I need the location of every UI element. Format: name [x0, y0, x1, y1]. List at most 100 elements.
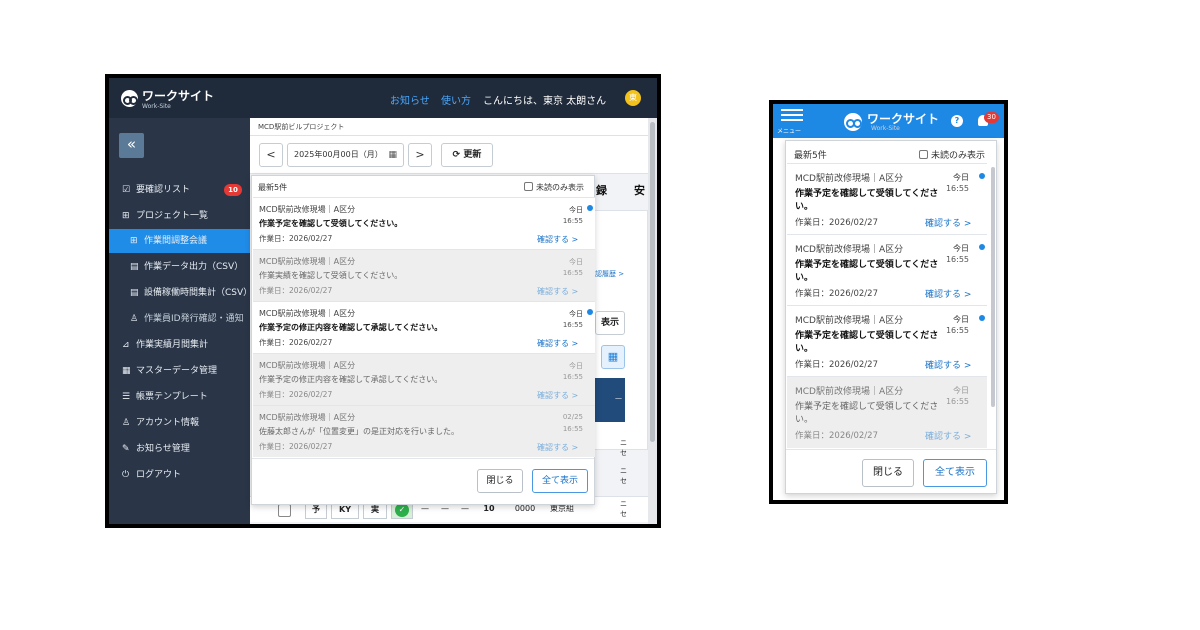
next-day-button[interactable]: > — [408, 143, 432, 167]
show-all-button[interactable]: 全て表示 — [923, 459, 987, 487]
brand-name: ワークサイト — [142, 89, 215, 103]
scrollbar-thumb[interactable] — [991, 167, 995, 407]
sidebar-item-equipment-hours-csv[interactable]: ▤ 設備稼働時間集計（CSV） — [109, 281, 250, 305]
sidebar-item-news-admin[interactable]: ✎ お知らせ管理 — [109, 437, 250, 461]
notif-site: MCD駅前改修現場｜A区分 — [795, 174, 904, 184]
sidebar-item-projects[interactable]: ⊞ プロジェクト一覧 — [109, 204, 250, 228]
unread-dot-icon — [587, 205, 593, 211]
notif-message: 作業予定を確認して受領してくださ — [795, 402, 939, 412]
avatar[interactable]: 東 — [625, 90, 641, 106]
notif-site: MCD駅前改修現場｜A区分 — [795, 387, 904, 397]
confirm-link[interactable]: 確認する > — [537, 338, 578, 349]
notification-item[interactable]: MCD駅前改修現場｜A区分 佐藤太郎さんが「位置変更」の是正対応を行いました。 … — [253, 405, 595, 457]
mobile-screen: メニュー ワークサイト Work-Site ? 30 最新5件 未読のみ表示 M… — [769, 100, 1008, 504]
logo-icon — [121, 90, 138, 107]
notif-workdate: 作業日：2026/02/27 — [259, 234, 333, 243]
close-button[interactable]: 閉じる — [477, 469, 523, 493]
notification-item[interactable]: MCD駅前改修現場｜A区分 作業予定を確認して受領してくださ い。 作業日：20… — [787, 305, 987, 376]
refresh-button[interactable]: ⟳ 更新 — [441, 143, 493, 167]
background-heading: 録 — [596, 184, 607, 197]
notif-workdate: 作業日：2026/02/27 — [795, 289, 878, 299]
pencil-icon: ✎ — [122, 444, 130, 454]
notif-site: MCD駅前改修現場｜A区分 — [259, 413, 356, 422]
menu-icon[interactable] — [781, 109, 803, 124]
notif-workdate: 作業日：2026/02/27 — [795, 431, 878, 441]
notif-time: 16:55 — [562, 321, 583, 329]
table-cell: セ — [620, 449, 627, 457]
row-checkbox[interactable] — [278, 504, 291, 517]
prev-day-button[interactable]: < — [259, 143, 283, 167]
notification-item[interactable]: MCD駅前改修現場｜A区分 作業予定を確認して受領してください。 作業日：202… — [253, 197, 595, 249]
sidebar-item-label: マスターデータ管理 — [136, 366, 218, 376]
notification-item[interactable]: MCD駅前改修現場｜A区分 作業予定を確認して受領してくださ い。 作業日：20… — [787, 163, 987, 234]
unread-only-toggle[interactable]: 未読のみ表示 — [524, 182, 584, 193]
notif-message: 作業予定を確認して受領してくださ — [795, 260, 939, 270]
help-icon[interactable]: ? — [951, 115, 963, 127]
notif-message: 作業予定の修正内容を確認して承認してください。 — [259, 323, 443, 332]
notif-time: 16:55 — [945, 184, 969, 193]
notif-message: 作業予定を確認して受領してください。 — [259, 219, 403, 228]
divider — [786, 449, 996, 450]
scrollbar-thumb[interactable] — [650, 122, 655, 442]
close-button[interactable]: 閉じる — [862, 459, 914, 487]
notification-item[interactable]: MCD駅前改修現場｜A区分 作業予定の修正内容を確認して承認してください。 作業… — [253, 301, 595, 353]
confirm-link[interactable]: 確認する > — [537, 390, 578, 401]
collapse-sidebar-button[interactable]: « — [119, 133, 144, 158]
sidebar-item-coordination-meeting[interactable]: ⊞ 作業間調整会議 — [109, 229, 250, 253]
unread-label: 未読のみ表示 — [536, 183, 584, 192]
notification-item[interactable]: MCD駅前改修現場｜A区分 作業予定を確認して受領してくださ い。 作業日：20… — [787, 376, 987, 448]
sidebar-item-label: 作業実績月間集計 — [136, 340, 209, 350]
news-link[interactable]: お知らせ — [390, 92, 430, 107]
notif-day: 今日 — [953, 386, 969, 395]
panel-header: 最新5件 — [794, 151, 827, 161]
sidebar-item-worker-id[interactable]: ♙ 作業員ID発行確認・通知 — [109, 307, 250, 331]
sidebar-item-check-list[interactable]: ☑ 要確認リスト 10 — [109, 178, 250, 202]
notif-time: 16:55 — [562, 373, 583, 381]
user-icon: ♙ — [130, 314, 139, 324]
notif-message-cont: い。 — [795, 344, 814, 354]
display-button[interactable]: 表示 — [595, 311, 625, 335]
notif-site: MCD駅前改修現場｜A区分 — [259, 257, 356, 266]
confirm-link[interactable]: 確認する > — [925, 358, 971, 371]
notif-time: 16:55 — [945, 255, 969, 264]
unread-dot-icon — [979, 244, 985, 250]
show-all-button[interactable]: 全て表示 — [532, 469, 588, 493]
sidebar-item-work-data-csv[interactable]: ▤ 作業データ出力（CSV） — [109, 255, 250, 279]
unread-checkbox[interactable] — [524, 182, 533, 191]
confirm-link[interactable]: 確認する > — [537, 442, 578, 453]
table-cell: ニ — [620, 439, 627, 447]
sidebar-item-logout[interactable]: ⏻ ログアウト — [109, 463, 250, 487]
sidebar-item-label: アカウント情報 — [136, 418, 200, 428]
breadcrumb: MCD駅前ビルプロジェクト — [250, 118, 657, 136]
confirm-link[interactable]: 確認する > — [925, 287, 971, 300]
confirm-link[interactable]: 確認する > — [537, 234, 578, 245]
menu-label: メニュー — [777, 128, 802, 135]
sidebar-item-monthly-summary[interactable]: ⊿ 作業実績月間集計 — [109, 333, 250, 357]
confirm-link[interactable]: 確認する > — [537, 286, 578, 297]
grid-view-button[interactable]: ▦ — [601, 345, 625, 369]
notif-message-cont: い。 — [795, 273, 814, 283]
notif-day: 今日 — [569, 258, 583, 266]
notif-site: MCD駅前改修現場｜A区分 — [259, 361, 356, 370]
sidebar-item-label: ログアウト — [136, 470, 182, 480]
checkbox-icon: ☑ — [122, 185, 131, 195]
notification-item[interactable]: MCD駅前改修現場｜A区分 作業実績を確認して受領してください。 作業日：202… — [253, 249, 595, 301]
confirm-link[interactable]: 確認する > — [925, 216, 971, 229]
confirm-link[interactable]: 確認する > — [925, 429, 971, 442]
notification-item[interactable]: MCD駅前改修現場｜A区分 作業予定の修正内容を確認して承認してください。 作業… — [253, 353, 595, 405]
unread-checkbox[interactable] — [919, 150, 928, 159]
history-link[interactable]: 認履歴 > — [595, 269, 624, 279]
unread-only-toggle[interactable]: 未読のみ表示 — [919, 148, 985, 161]
divider — [252, 458, 594, 459]
date-picker[interactable]: 2025年00月00日（月） ▦ — [287, 143, 404, 167]
notif-day: 今日 — [569, 310, 583, 318]
usage-link[interactable]: 使い方 — [441, 92, 471, 107]
sidebar-item-label: お知らせ管理 — [136, 444, 190, 454]
notif-workdate: 作業日：2026/02/27 — [795, 360, 878, 370]
sidebar-item-account[interactable]: ♙ アカウント情報 — [109, 411, 250, 435]
notif-day: 今日 — [953, 315, 969, 324]
sidebar-item-master-data[interactable]: ▦ マスターデータ管理 — [109, 359, 250, 383]
sidebar-item-form-templates[interactable]: ☰ 帳票テンプレート — [109, 385, 250, 409]
notification-item[interactable]: MCD駅前改修現場｜A区分 作業予定を確認して受領してくださ い。 作業日：20… — [787, 234, 987, 305]
notif-day: 今日 — [569, 206, 583, 214]
